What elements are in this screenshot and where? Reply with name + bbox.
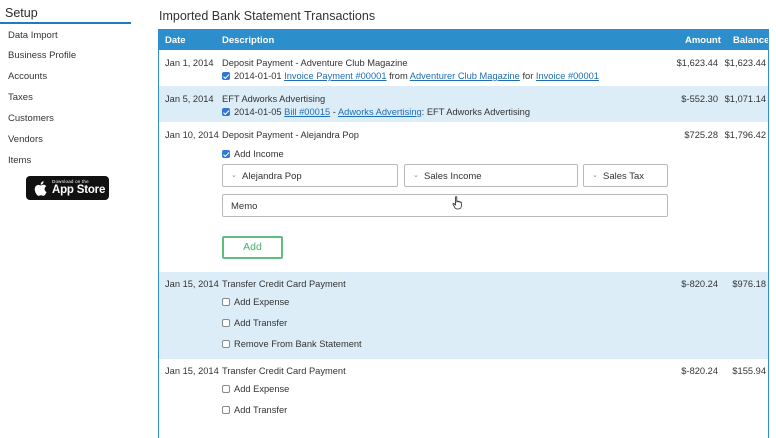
appstore-big-text: App Store (52, 183, 106, 196)
table-row: Jan 5, 2014 EFT Adworks Advertising $-55… (159, 86, 768, 122)
sidebar-item-business-profile[interactable]: Business Profile (8, 50, 76, 61)
row-description: EFT Adworks Advertising (222, 94, 326, 104)
header-date: Date (165, 35, 186, 46)
table-row: Jan 15, 2014 Transfer Credit Card Paymen… (159, 272, 768, 359)
add-expense-checkbox[interactable] (222, 385, 230, 393)
sidebar-item-taxes[interactable]: Taxes (8, 92, 33, 103)
add-transfer-option[interactable]: Add Transfer (222, 405, 287, 415)
row-amount: $-552.30 (681, 94, 718, 104)
header-balance: Balance (733, 35, 769, 46)
chevron-down-icon: ⌄ (413, 172, 419, 179)
row-balance: $1,071.14 (724, 94, 766, 104)
match-from-text: from (389, 71, 408, 81)
vendor-link[interactable]: Adworks Advertising (338, 107, 422, 117)
hand-cursor-icon (452, 196, 462, 210)
row-date: Jan 10, 2014 (165, 130, 219, 140)
match-suffix-text: : EFT Adworks Advertising (421, 107, 531, 117)
row-description: Deposit Payment - Adventure Club Magazin… (222, 58, 408, 68)
add-transfer-checkbox[interactable] (222, 319, 230, 327)
apple-icon (34, 180, 47, 196)
match-for-text: for (522, 71, 534, 81)
remove-from-statement-label: Remove From Bank Statement (234, 339, 362, 349)
account-select[interactable]: ⌄ Sales Income (404, 164, 578, 187)
sidebar-item-accounts[interactable]: Accounts (8, 71, 47, 82)
row-date: Jan 1, 2014 (165, 58, 214, 68)
add-transfer-checkbox[interactable] (222, 406, 230, 414)
sidebar: Setup Data Import Business Profile Accou… (0, 0, 131, 438)
customer-select-value: Alejandra Pop (242, 171, 302, 182)
invoice-link[interactable]: Invoice #00001 (536, 71, 599, 81)
transactions-table: Date Description Amount Balance Jan 1, 2… (158, 29, 769, 438)
row-description: Transfer Credit Card Payment (222, 366, 346, 376)
memo-input[interactable]: Memo (222, 194, 668, 217)
header-amount: Amount (685, 35, 721, 46)
add-transfer-label: Add Transfer (234, 405, 288, 415)
add-transfer-label: Add Transfer (234, 318, 288, 328)
row-balance: $1,796.42 (724, 130, 766, 140)
memo-input-value: Memo (231, 201, 258, 212)
row-amount: $1,623.44 (676, 58, 718, 68)
row-balance: $155.94 (732, 366, 766, 376)
row-description: Transfer Credit Card Payment (222, 279, 346, 289)
add-expense-label: Add Expense (234, 384, 290, 394)
remove-from-statement-checkbox[interactable] (222, 340, 230, 348)
add-expense-option[interactable]: Add Expense (222, 384, 289, 394)
row-date: Jan 5, 2014 (165, 94, 214, 104)
row-amount: $725.28 (684, 130, 718, 140)
match-dash-text: - (332, 107, 336, 117)
add-expense-label: Add Expense (234, 297, 290, 307)
sidebar-item-vendors[interactable]: Vendors (8, 134, 43, 145)
row-amount: $-820.24 (681, 366, 718, 376)
account-select-value: Sales Income (424, 171, 482, 182)
customer-link[interactable]: Adventurer Club Magazine (410, 71, 520, 81)
add-income-option[interactable]: Add Income (222, 149, 284, 159)
invoice-payment-link[interactable]: Invoice Payment #00001 (284, 71, 386, 81)
match-line: 2014-01-01 Invoice Payment #00001 from A… (222, 71, 599, 81)
sidebar-item-customers[interactable]: Customers (8, 113, 54, 124)
add-expense-checkbox[interactable] (222, 298, 230, 306)
row-description: Deposit Payment - Alejandra Pop (222, 130, 359, 140)
table-row-expanded: Jan 10, 2014 Deposit Payment - Alejandra… (159, 122, 768, 272)
add-expense-option[interactable]: Add Expense (222, 297, 289, 307)
customer-select[interactable]: ⌄ Alejandra Pop (222, 164, 398, 187)
row-date: Jan 15, 2014 (165, 279, 219, 289)
row-balance: $1,623.44 (724, 58, 766, 68)
row-balance: $976.18 (732, 279, 766, 289)
chevron-down-icon: ⌄ (592, 172, 598, 179)
add-income-checkbox[interactable] (222, 150, 230, 158)
match-date: 2014-01-01 (234, 71, 282, 81)
row-amount: $-820.24 (681, 279, 718, 289)
tax-select-value: Sales Tax (603, 171, 645, 182)
remove-from-statement-option[interactable]: Remove From Bank Statement (222, 339, 362, 349)
header-description: Description (222, 35, 275, 46)
add-button[interactable]: Add (222, 236, 283, 259)
add-transfer-option[interactable]: Add Transfer (222, 318, 287, 328)
tax-select[interactable]: ⌄ Sales Tax (583, 164, 668, 187)
table-row: Jan 1, 2014 Deposit Payment - Adventure … (159, 50, 768, 86)
table-row: Jan 15, 2014 Transfer Credit Card Paymen… (159, 359, 768, 438)
bill-link[interactable]: Bill #00015 (284, 107, 330, 117)
match-checkbox[interactable] (222, 108, 230, 116)
match-checkbox[interactable] (222, 72, 230, 80)
app-store-badge[interactable]: Download on the App Store (26, 176, 109, 200)
sidebar-item-items[interactable]: Items (8, 155, 31, 166)
chevron-down-icon: ⌄ (231, 172, 237, 179)
match-date: 2014-01-05 (234, 107, 282, 117)
table-header: Date Description Amount Balance (159, 29, 769, 50)
sidebar-item-data-import[interactable]: Data Import (8, 30, 58, 41)
sidebar-title: Setup (5, 6, 38, 20)
sidebar-divider (0, 22, 131, 24)
page-title: Imported Bank Statement Transactions (159, 9, 376, 23)
match-line: 2014-01-05 Bill #00015 - Adworks Adverti… (222, 107, 530, 117)
add-income-label: Add Income (234, 149, 284, 159)
row-date: Jan 15, 2014 (165, 366, 219, 376)
